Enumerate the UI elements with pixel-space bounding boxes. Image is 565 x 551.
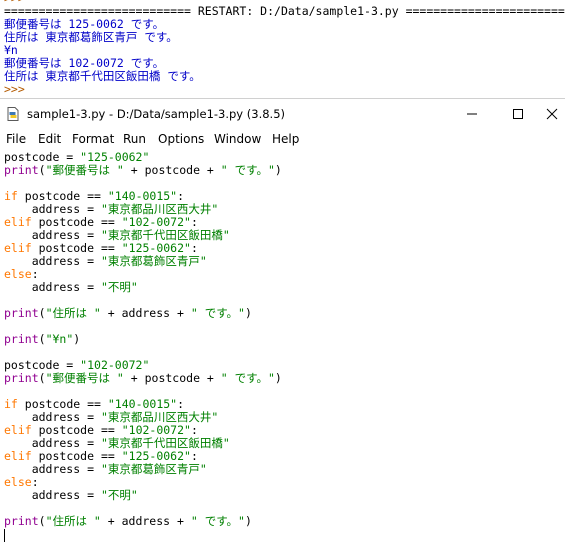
text-cursor xyxy=(4,529,5,542)
minimize-icon xyxy=(466,105,478,124)
menu-window[interactable]: Window xyxy=(214,132,261,146)
python-shell[interactable]: >>> =========================== RESTART:… xyxy=(0,0,565,98)
maximize-button[interactable] xyxy=(498,99,538,129)
window-title: sample1-3.py - D:/Data/sample1-3.py (3.8… xyxy=(27,107,285,121)
editor-window: sample1-3.py - D:/Data/sample1-3.py (3.8… xyxy=(0,98,565,551)
menu-bar: File Edit Format Run Options Window Help xyxy=(0,129,565,151)
shell-output-line: 住所は 東京都千代田区飯田橋 です。 xyxy=(4,69,201,83)
code-line: print("¥n") xyxy=(4,332,81,346)
shell-output-line: 住所は 東京都葛飾区青戸 です。 xyxy=(4,30,178,44)
menu-help[interactable]: Help xyxy=(272,132,299,146)
menu-edit[interactable]: Edit xyxy=(38,132,61,146)
code-editor[interactable]: postcode = "125-0062" print("郵便番号は " + p… xyxy=(0,152,565,551)
minimize-button[interactable] xyxy=(452,99,492,129)
code-line: print("住所は " + address + " です。") xyxy=(4,306,252,320)
menu-format[interactable]: Format xyxy=(72,132,114,146)
menu-run[interactable]: Run xyxy=(123,132,146,146)
menu-options[interactable]: Options xyxy=(158,132,204,146)
code-line: print("住所は " + address + " です。") xyxy=(4,514,252,528)
shell-prompt[interactable]: >>> xyxy=(4,83,25,96)
code-line: address = "不明" xyxy=(4,488,138,502)
menu-file[interactable]: File xyxy=(6,132,26,146)
close-button[interactable] xyxy=(538,99,565,129)
idle-file-icon xyxy=(6,106,20,121)
close-icon xyxy=(546,105,558,124)
code-line: print("郵便番号は " + postcode + " です。") xyxy=(4,163,282,177)
code-line: address = "不明" xyxy=(4,280,138,294)
title-bar[interactable]: sample1-3.py - D:/Data/sample1-3.py (3.8… xyxy=(0,99,565,129)
code-line: print("郵便番号は " + postcode + " です。") xyxy=(4,371,282,385)
maximize-icon xyxy=(512,105,524,124)
